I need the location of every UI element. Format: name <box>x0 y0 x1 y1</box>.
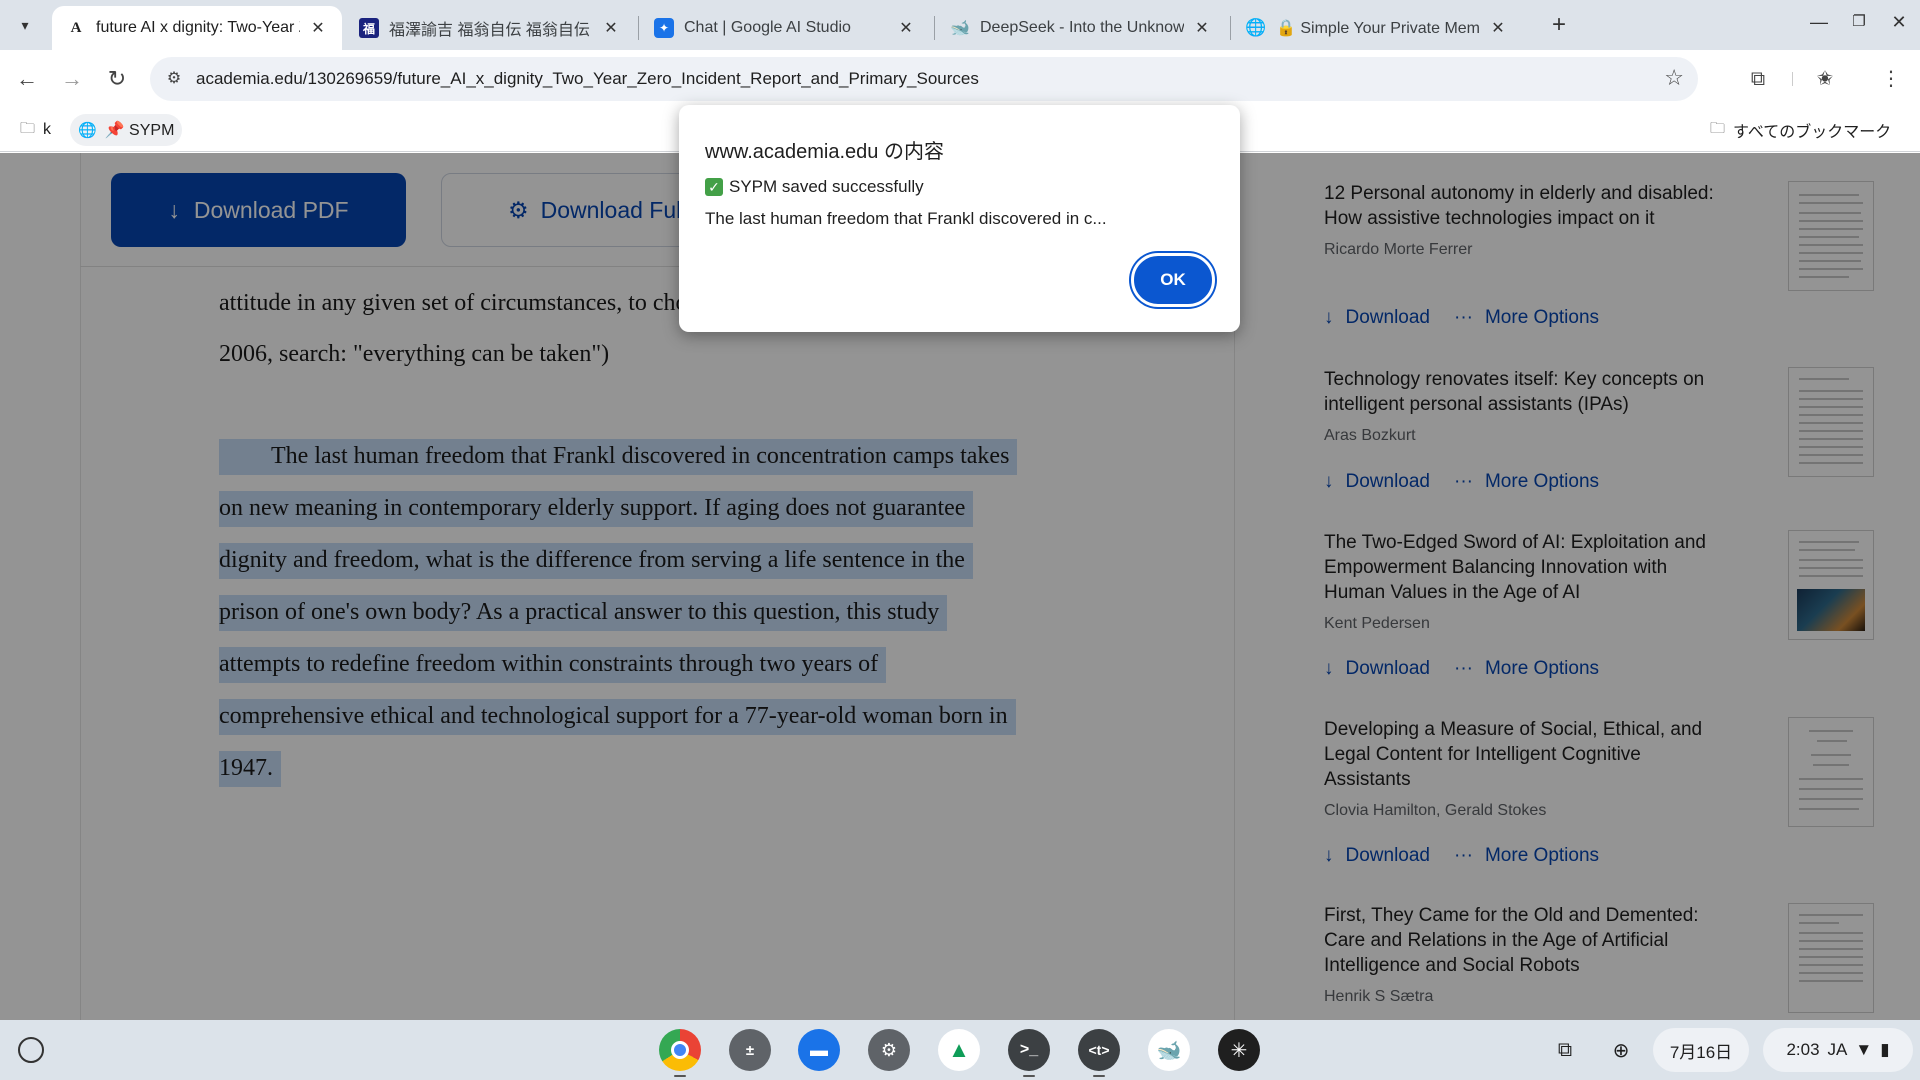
check-mark-icon: ✓ <box>705 178 723 196</box>
time-label: 2:03 <box>1786 1040 1820 1059</box>
date-tray[interactable]: 7月16日 <box>1653 1028 1749 1072</box>
deepseek-icon[interactable]: 🐋 <box>1148 1029 1190 1071</box>
google-drive-icon[interactable]: ▲ <box>938 1029 980 1071</box>
add-icon[interactable]: ⊕ <box>1601 1028 1641 1072</box>
bookmark-sypm[interactable]: 🌐 📌 SYPM <box>70 114 183 146</box>
url-text[interactable]: academia.edu/130269659/future_AI_x_digni… <box>196 69 979 89</box>
tab-separator <box>934 16 935 40</box>
globe-icon: 🌐 <box>1245 18 1267 37</box>
extensions-icon[interactable]: ⧉ <box>1743 64 1773 94</box>
browser-toolbar: ← → ↻ ⚙ academia.edu/130269659/future_AI… <box>0 50 1920 108</box>
fukuzawa-favicon-icon: 福 <box>359 18 379 38</box>
close-icon[interactable]: ✕ <box>601 18 621 38</box>
menu-icon[interactable]: ⋮ <box>1876 64 1906 94</box>
close-icon[interactable]: ✕ <box>1488 18 1508 38</box>
ok-button[interactable]: OK <box>1131 253 1215 307</box>
ime-label: JA <box>1827 1040 1848 1059</box>
tab-separator <box>1230 16 1231 40</box>
academia-favicon-icon: A <box>70 19 82 36</box>
tab-fukuzawa[interactable]: 福 福澤諭吉 福翁自伝 福翁自伝 ✕ <box>345 6 635 50</box>
dialog-message-text: The last human freedom that Frankl disco… <box>705 209 1107 228</box>
deepseek-icon: 🐋 <box>950 20 970 37</box>
dialog-message-success: ✓ SYPM saved successfully <box>705 177 924 197</box>
tab-strip: ▾ A future AI x dignity: Two-Year Zero ✕… <box>0 0 1920 50</box>
reload-icon[interactable]: ↻ <box>102 64 132 94</box>
wifi-icon: ▼ <box>1855 1040 1873 1059</box>
chrome-icon[interactable] <box>659 1029 701 1071</box>
text-editor-icon[interactable]: <t> <box>1078 1029 1120 1071</box>
tab-title: DeepSeek - Into the Unknown <box>980 19 1184 36</box>
toolbar-divider <box>1792 72 1793 86</box>
bookmark-label: 📌 SYPM <box>104 122 175 139</box>
bookmark-folder-k[interactable]: 🗀 k <box>12 114 59 146</box>
close-window-icon[interactable]: ✕ <box>1884 12 1914 38</box>
status-tray[interactable]: 2:03 JA ▼ ▮ <box>1763 1028 1913 1072</box>
folder-icon: 🗀 <box>20 119 36 137</box>
all-bookmarks-label: すべてのブックマーク <box>1733 124 1892 141</box>
tab-title: 🔒 Simple Your Private Memo <box>1276 20 1480 37</box>
studio-icon: ✦ <box>654 18 674 38</box>
restore-icon[interactable]: ❐ <box>1844 12 1874 38</box>
minimize-icon[interactable]: — <box>1804 12 1834 38</box>
date-label: 7月16日 <box>1669 1042 1733 1062</box>
bookmark-label: k <box>43 121 52 138</box>
running-indicator <box>1093 1075 1105 1077</box>
terminal-icon[interactable]: >_ <box>1008 1029 1050 1071</box>
tab-search-icon[interactable]: ▾ <box>10 10 40 40</box>
tab-title: 福澤諭吉 福翁自伝 福翁自伝 <box>389 22 590 39</box>
tab-ai-studio[interactable]: ✦ Chat | Google AI Studio ✕ <box>640 6 930 50</box>
running-indicator <box>1023 1075 1035 1077</box>
close-icon[interactable]: ✕ <box>1192 18 1212 38</box>
all-bookmarks[interactable]: 🗀 すべてのブックマーク <box>1702 114 1899 146</box>
system-shelf: ± ▬ ⚙ ▲ >_ <t> 🐋 ✳ ⧉ ⊕ 7月16日 2:03 JA ▼ ▮ <box>0 1020 1920 1080</box>
bookmark-star-icon[interactable]: ☆ <box>1664 65 1684 91</box>
alert-dialog: www.academia.edu の内容 ✓ SYPM saved succes… <box>679 105 1240 332</box>
calculator-icon[interactable]: ± <box>729 1029 771 1071</box>
globe-icon: 🌐 <box>78 122 97 139</box>
files-icon[interactable]: ▬ <box>798 1029 840 1071</box>
perplexity-icon[interactable]: ✳ <box>1218 1029 1260 1071</box>
battery-icon: ▮ <box>1880 1040 1890 1059</box>
back-icon[interactable]: ← <box>12 64 42 94</box>
close-icon[interactable]: ✕ <box>308 18 328 38</box>
forward-icon[interactable]: → <box>57 64 87 94</box>
settings-icon[interactable]: ⚙ <box>868 1029 910 1071</box>
new-tab-icon[interactable]: + <box>1544 10 1574 40</box>
tab-academia[interactable]: A future AI x dignity: Two-Year Zero ✕ <box>52 6 342 50</box>
holding-space-icon[interactable]: ⧉ <box>1545 1028 1585 1072</box>
tab-title: future AI x dignity: Two-Year Zero <box>96 19 300 36</box>
dialog-heading: www.academia.edu の内容 <box>705 141 944 163</box>
tab-separator <box>638 16 639 40</box>
site-info-icon[interactable]: ⚙ <box>162 67 186 91</box>
tab-private-memo[interactable]: 🌐 🔒 Simple Your Private Memo ✕ <box>1232 6 1522 50</box>
address-bar[interactable]: ⚙ academia.edu/130269659/future_AI_x_dig… <box>150 57 1698 101</box>
folder-icon: 🗀 <box>1710 119 1726 137</box>
tab-title: Chat | Google AI Studio <box>684 19 851 36</box>
tab-deepseek[interactable]: 🐋 DeepSeek - Into the Unknown ✕ <box>936 6 1226 50</box>
close-icon[interactable]: ✕ <box>896 18 916 38</box>
bookmarks-star-icon[interactable]: ✬ <box>1810 64 1840 94</box>
running-indicator <box>674 1075 686 1077</box>
launcher-icon[interactable] <box>18 1037 44 1063</box>
